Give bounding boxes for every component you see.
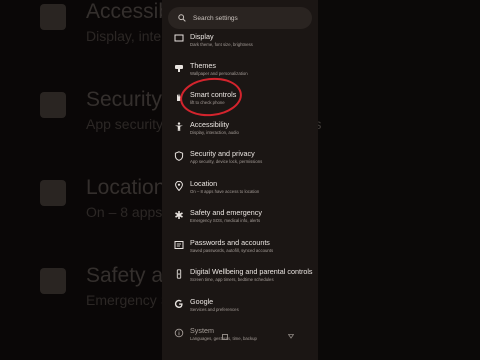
google-g-icon	[174, 299, 184, 309]
search-placeholder: Search settings	[193, 14, 238, 22]
item-subtitle: Emergency SOS, medical info, alerts	[190, 218, 261, 223]
item-title: Passwords and accounts	[190, 238, 270, 247]
item-subtitle: On – 8 apps have access to location	[190, 189, 260, 194]
item-subtitle: lift to check phone	[190, 100, 225, 105]
recents-icon[interactable]	[222, 334, 228, 340]
item-title: Display	[190, 32, 214, 41]
shield-icon	[174, 151, 184, 161]
asterisk-icon	[174, 210, 184, 220]
settings-item-smart-controls[interactable]: Smart controls lift to check phone	[162, 89, 318, 117]
item-subtitle: Screen time, app timers, bedtime schedul…	[190, 277, 274, 282]
item-subtitle: Wallpaper and personalization	[190, 71, 248, 76]
wellbeing-icon	[174, 269, 184, 279]
settings-panel: Search settings Display Dark theme, font…	[162, 0, 318, 360]
settings-item-location[interactable]: Location On – 8 apps have access to loca…	[162, 178, 318, 206]
item-subtitle: Display, interaction, audio	[190, 130, 239, 135]
item-title: Security and privacy	[190, 149, 255, 158]
account-card-icon	[174, 240, 184, 250]
item-subtitle: Saved passwords, autofill, synced accoun…	[190, 248, 274, 253]
item-subtitle: App security, device lock, permissions	[190, 159, 263, 164]
item-subtitle: Services and preferences	[190, 307, 239, 312]
navigation-bar	[162, 334, 318, 344]
settings-item-digital-wellbeing[interactable]: Digital Wellbeing and parental controls …	[162, 266, 318, 294]
item-subtitle: Dark theme, font size, brightness	[190, 42, 253, 47]
settings-item-google[interactable]: Google Services and preferences	[162, 296, 318, 324]
item-title: Accessibility	[190, 120, 230, 129]
settings-item-display[interactable]: Display Dark theme, font size, brightnes…	[162, 31, 318, 59]
search-bar[interactable]: Search settings	[168, 7, 312, 29]
overflow-icon[interactable]	[287, 333, 295, 339]
display-icon	[174, 34, 184, 44]
settings-item-themes[interactable]: Themes Wallpaper and personalization	[162, 60, 318, 88]
item-title: Location	[190, 179, 218, 188]
hand-gesture-icon	[174, 92, 184, 102]
item-title: Google	[190, 297, 214, 306]
item-title: Digital Wellbeing and parental controls	[190, 267, 313, 276]
item-title: Themes	[190, 61, 216, 70]
search-icon	[178, 14, 186, 22]
bg-shade	[0, 0, 162, 360]
palette-icon	[174, 63, 184, 73]
location-pin-icon	[174, 181, 184, 191]
settings-item-passwords[interactable]: Passwords and accounts Saved passwords, …	[162, 237, 318, 265]
settings-item-security[interactable]: Security and privacy App security, devic…	[162, 148, 318, 176]
item-title: Smart controls	[190, 90, 237, 99]
item-title: Safety and emergency	[190, 208, 262, 217]
settings-item-accessibility[interactable]: Accessibility Display, interaction, audi…	[162, 119, 318, 147]
accessibility-icon	[174, 122, 184, 132]
settings-item-safety[interactable]: Safety and emergency Emergency SOS, medi…	[162, 207, 318, 235]
